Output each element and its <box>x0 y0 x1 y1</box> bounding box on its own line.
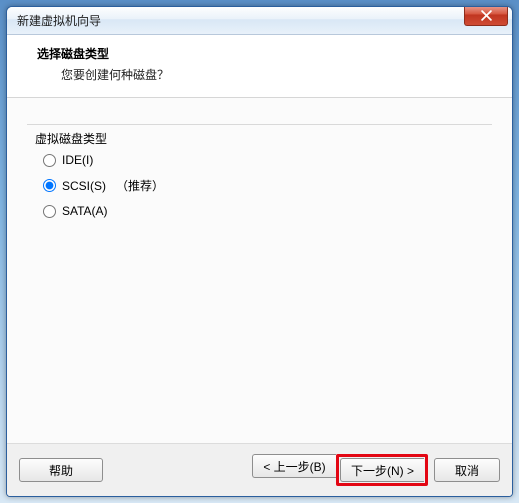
window-title: 新建虚拟机向导 <box>17 12 101 29</box>
radio-sata-label: SATA(A) <box>62 204 108 218</box>
next-button[interactable]: 下一步(N) > <box>340 458 424 482</box>
nav-button-group: < 上一步(B) 下一步(N) > <box>252 454 428 486</box>
body-spacer <box>27 236 492 433</box>
radio-ide-label: IDE(I) <box>62 153 93 167</box>
disk-type-group: 虚拟磁盘类型 IDE(I) SCSI(S) （推荐） SATA(A) <box>27 116 492 236</box>
footer-right: < 上一步(B) 下一步(N) > 取消 <box>252 454 500 486</box>
group-label: 虚拟磁盘类型 <box>31 130 111 147</box>
wizard-footer: 帮助 < 上一步(B) 下一步(N) > 取消 <box>7 443 512 496</box>
cancel-button[interactable]: 取消 <box>434 458 500 482</box>
next-highlight: 下一步(N) > <box>336 454 428 486</box>
close-button[interactable] <box>464 6 508 26</box>
radio-scsi-input[interactable] <box>43 179 56 192</box>
back-button[interactable]: < 上一步(B) <box>252 454 336 478</box>
radio-scsi-label: SCSI(S) <box>62 179 106 193</box>
radio-scsi[interactable]: SCSI(S) （推荐） <box>43 177 482 194</box>
radio-sata-input[interactable] <box>43 205 56 218</box>
help-button[interactable]: 帮助 <box>19 458 103 482</box>
page-subtitle: 您要创建何种磁盘？ <box>37 66 498 83</box>
close-icon <box>481 10 492 21</box>
wizard-body: 虚拟磁盘类型 IDE(I) SCSI(S) （推荐） SATA(A) <box>7 98 512 443</box>
radio-ide[interactable]: IDE(I) <box>43 153 482 167</box>
radio-sata[interactable]: SATA(A) <box>43 204 482 218</box>
wizard-header: 选择磁盘类型 您要创建何种磁盘？ <box>7 35 512 98</box>
page-title: 选择磁盘类型 <box>37 45 498 62</box>
titlebar: 新建虚拟机向导 <box>7 7 512 35</box>
radio-ide-input[interactable] <box>43 154 56 167</box>
wizard-window: 新建虚拟机向导 选择磁盘类型 您要创建何种磁盘？ 虚拟磁盘类型 IDE(I) S… <box>6 6 513 497</box>
radio-scsi-recommend: （推荐） <box>116 177 164 194</box>
